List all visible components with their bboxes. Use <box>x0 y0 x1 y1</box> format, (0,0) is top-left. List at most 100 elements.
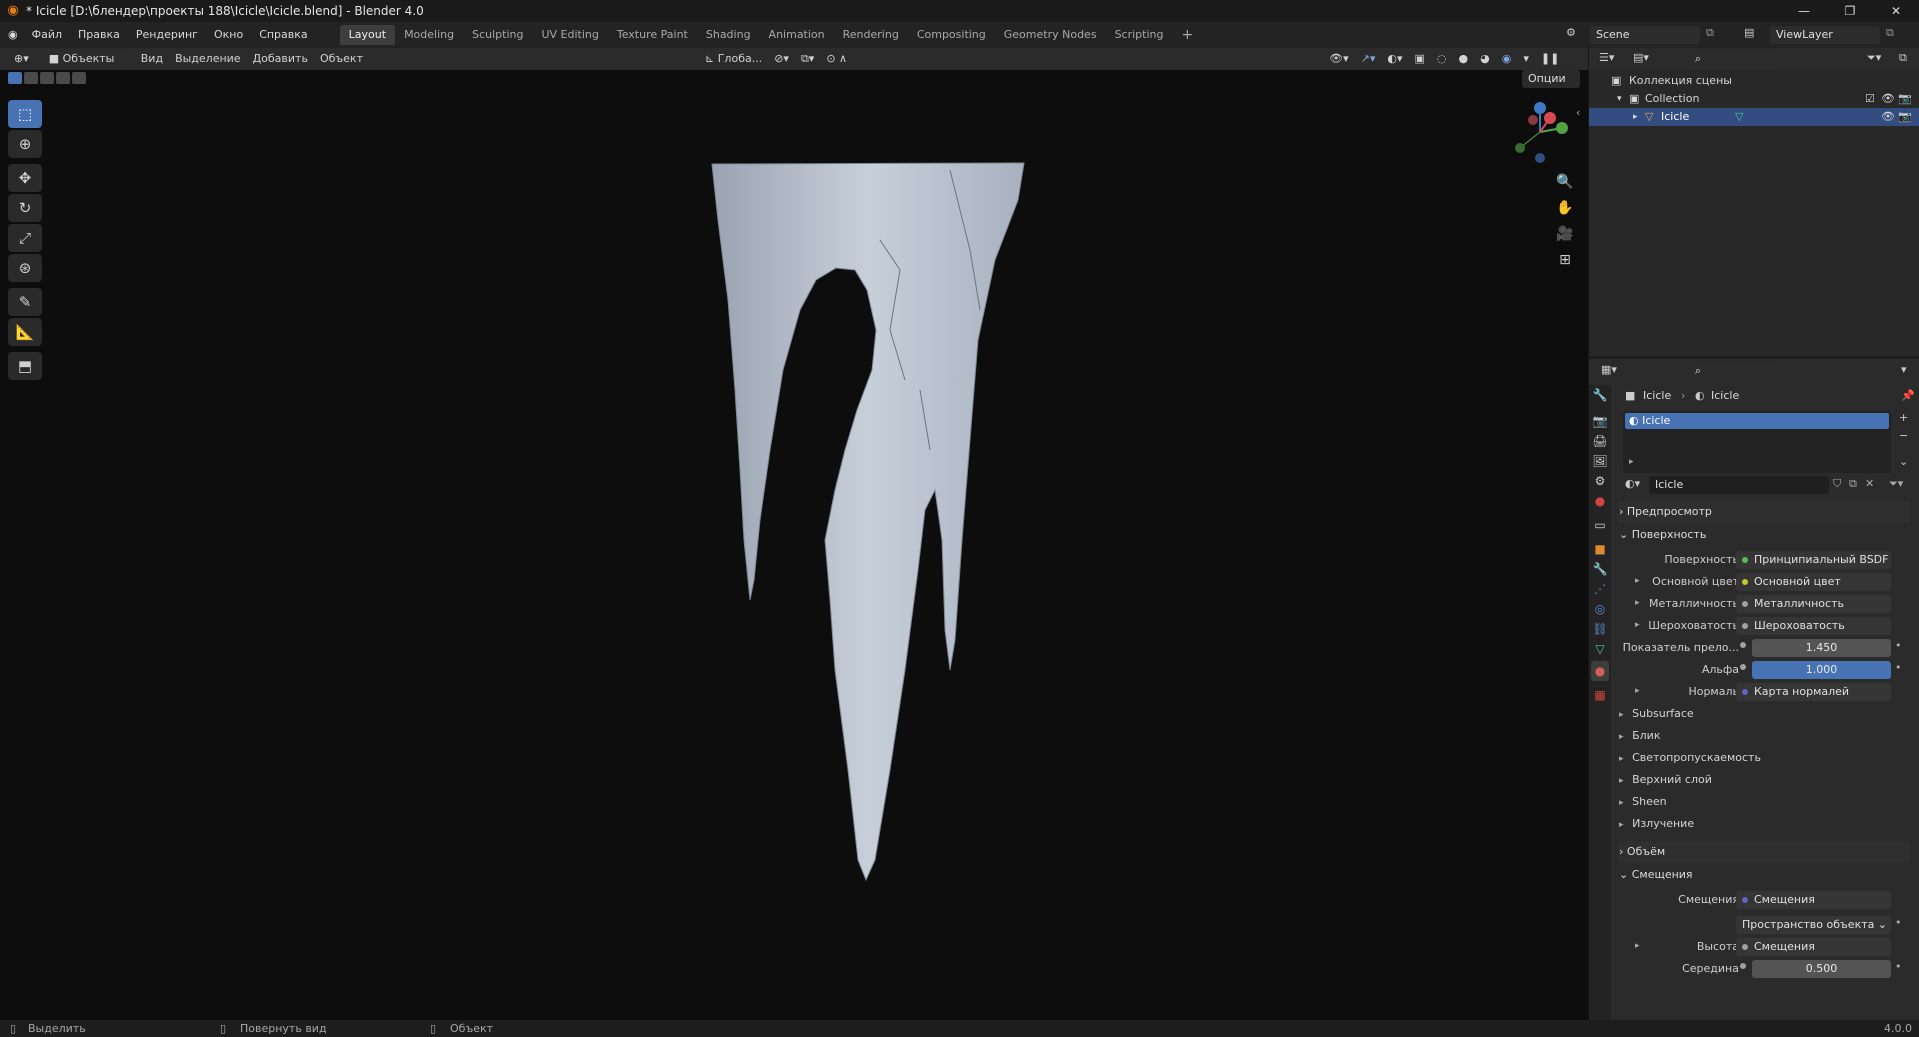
scene-copy-icon[interactable]: ⧉ <box>1706 26 1714 40</box>
subsection-transmission[interactable]: ▸ Светопропускаемость <box>1619 749 1761 767</box>
icicle-model[interactable] <box>0 70 1588 1020</box>
tool-tab-icon[interactable]: 🔧 <box>1591 385 1609 405</box>
navigation-gizmo[interactable] <box>1500 100 1580 170</box>
material-name-field[interactable]: Icicle <box>1649 476 1829 494</box>
duplicate-material-icon[interactable]: ⧉ <box>1849 477 1857 491</box>
outliner-search[interactable]: ⌕ <box>1689 50 1779 68</box>
tab-geometry-nodes[interactable]: Geometry Nodes <box>995 25 1106 45</box>
expand-arrow-icon[interactable]: ▾ <box>1617 90 1622 108</box>
pin-icon[interactable]: 📌 <box>1901 389 1915 402</box>
tab-shading[interactable]: Shading <box>697 25 760 45</box>
tab-uv-editing[interactable]: UV Editing <box>532 25 607 45</box>
menu-view[interactable]: Вид <box>135 50 169 68</box>
tab-texture-paint[interactable]: Texture Paint <box>608 25 697 45</box>
camera-icon[interactable]: 📷 <box>1898 108 1912 126</box>
pivot-icon[interactable]: ⊘▾ <box>768 50 795 68</box>
shading-wireframe-icon[interactable]: ◌ <box>1431 50 1453 68</box>
gizmo-toggle-icon[interactable]: ↗▾ <box>1355 50 1382 68</box>
view-layer-icon[interactable]: ▤ <box>1744 26 1754 39</box>
proportional-edit-icon[interactable]: ⊙ ∧ <box>820 50 853 68</box>
ortho-grid-icon[interactable]: ⊞ <box>1552 248 1578 272</box>
metallic-field[interactable]: Металличность <box>1736 595 1891 613</box>
camera-icon[interactable]: 📷 <box>1898 90 1912 108</box>
ior-field[interactable]: 1.450 <box>1752 639 1891 657</box>
shading-options-icon[interactable]: ▾ <box>1517 50 1535 68</box>
visibility-icon[interactable]: 👁▾ <box>1323 50 1355 68</box>
surface-shader-field[interactable]: Принципиальный BSDF <box>1736 551 1891 569</box>
keyframe-dot-icon[interactable]: • <box>1895 960 1902 973</box>
subsection-coat[interactable]: ▸ Верхний слой <box>1619 771 1712 789</box>
height-field[interactable]: Смещения <box>1736 938 1891 956</box>
properties-editor-icon[interactable]: ▦▾ <box>1601 363 1617 376</box>
blender-menu-icon[interactable]: ◉ <box>0 22 24 48</box>
properties-options-icon[interactable]: ▾ <box>1901 363 1907 376</box>
keyframe-dot-icon[interactable]: • <box>1895 639 1902 652</box>
subsection-emission[interactable]: ▸ Излучение <box>1619 815 1694 833</box>
menu-window[interactable]: Окно <box>206 22 251 48</box>
unlink-material-icon[interactable]: ✕ <box>1865 477 1874 490</box>
menu-help[interactable]: Справка <box>251 22 315 48</box>
outliner-editor-icon[interactable]: ☰▾ <box>1599 51 1614 64</box>
display-mode-icon[interactable]: ▤▾ <box>1633 51 1649 64</box>
object-tab-icon[interactable]: ■ <box>1591 539 1609 559</box>
world-tab-icon[interactable]: ● <box>1591 491 1609 511</box>
surface-panel[interactable]: ⌄ Поверхность <box>1619 524 1909 546</box>
editor-type-icon[interactable]: ⊕▾ <box>8 50 35 68</box>
output-tab-icon[interactable]: 🖨 <box>1591 431 1609 451</box>
browse-material-icon[interactable]: ◐▾ <box>1625 477 1640 490</box>
base-color-field[interactable]: Основной цвет <box>1736 573 1891 591</box>
slot-menu-icon[interactable]: ⌄ <box>1899 455 1908 468</box>
tab-animation[interactable]: Animation <box>760 25 834 45</box>
outliner-row-icicle[interactable]: ▸ ▽ Icicle ▽ 👁 📷 <box>1589 108 1919 126</box>
expand-arrow-icon[interactable]: ▸ <box>1635 620 1640 630</box>
camera-view-icon[interactable]: 🎥 <box>1552 222 1578 246</box>
expand-arrow-icon[interactable]: ▸ <box>1635 576 1640 586</box>
midlevel-field[interactable]: 0.500 <box>1752 960 1891 978</box>
mesh-data-icon[interactable]: ▽ <box>1735 108 1743 126</box>
exclude-checkbox-icon[interactable]: ☑ <box>1865 90 1875 108</box>
space-dropdown[interactable]: Пространство объекта ⌄ <box>1736 916 1891 934</box>
node-filter-icon[interactable]: ⏷▾ <box>1889 477 1903 491</box>
view-layer-selector[interactable]: ViewLayer <box>1770 26 1880 44</box>
scene-tab-icon[interactable]: ⚙ <box>1591 471 1609 491</box>
add-slot-icon[interactable]: + <box>1899 411 1908 424</box>
menu-edit[interactable]: Правка <box>70 22 128 48</box>
remove-slot-icon[interactable]: − <box>1899 429 1908 442</box>
eye-icon[interactable]: 👁 <box>1881 108 1895 126</box>
scene-icon[interactable]: ⚙ <box>1566 26 1576 39</box>
tab-modeling[interactable]: Modeling <box>395 25 463 45</box>
pan-hand-icon[interactable]: ✋ <box>1552 196 1578 220</box>
material-slot-item[interactable]: ◐ Icicle <box>1625 413 1889 429</box>
overlay-toggle-icon[interactable]: ◐▾ <box>1381 50 1408 68</box>
subsection-subsurface[interactable]: ▸ Subsurface <box>1619 705 1694 723</box>
modifier-tab-icon[interactable]: 🔧 <box>1591 559 1609 579</box>
filter-icon[interactable]: ⏷▾ <box>1867 51 1881 65</box>
shading-rendered-icon[interactable]: ◉ <box>1496 50 1518 68</box>
tab-compositing[interactable]: Compositing <box>908 25 995 45</box>
new-collection-icon[interactable]: ⧉ <box>1899 51 1907 65</box>
pause-render-icon[interactable]: ❚❚ <box>1535 50 1565 68</box>
tab-layout[interactable]: Layout <box>339 25 396 45</box>
xray-icon[interactable]: ▣ <box>1408 50 1430 68</box>
render-tab-icon[interactable]: 📷 <box>1591 411 1609 431</box>
tab-scripting[interactable]: Scripting <box>1106 25 1173 45</box>
close-icon[interactable]: ✕ <box>1873 0 1919 22</box>
menu-render[interactable]: Рендеринг <box>128 22 206 48</box>
data-tab-icon[interactable]: ▽ <box>1591 639 1609 659</box>
zoom-icon[interactable]: 🔍 <box>1552 170 1578 194</box>
properties-search[interactable]: ⌕ <box>1689 362 1779 380</box>
preview-panel[interactable]: › Предпросмотр <box>1619 501 1909 523</box>
expand-arrow-icon[interactable]: ▸ <box>1635 941 1640 951</box>
expand-arrow-icon[interactable]: ▸ <box>1633 108 1638 126</box>
subsection-specular[interactable]: ▸ Блик <box>1619 727 1660 745</box>
collection-tab-icon[interactable]: ▭ <box>1591 515 1609 535</box>
menu-add[interactable]: Добавить <box>247 50 314 68</box>
outliner-row-collection[interactable]: ▾ ▣ Collection ☑ 👁 📷 <box>1589 90 1919 108</box>
particles-tab-icon[interactable]: ⋰ <box>1591 579 1609 599</box>
displacement-field[interactable]: Смещения <box>1736 891 1891 909</box>
expand-arrow-icon[interactable]: ▸ <box>1635 686 1640 696</box>
scene-selector[interactable]: Scene <box>1590 26 1700 44</box>
constraints-tab-icon[interactable]: ⛓ <box>1591 619 1609 639</box>
minimize-icon[interactable]: — <box>1781 0 1827 22</box>
menu-object[interactable]: Объект <box>314 50 369 68</box>
